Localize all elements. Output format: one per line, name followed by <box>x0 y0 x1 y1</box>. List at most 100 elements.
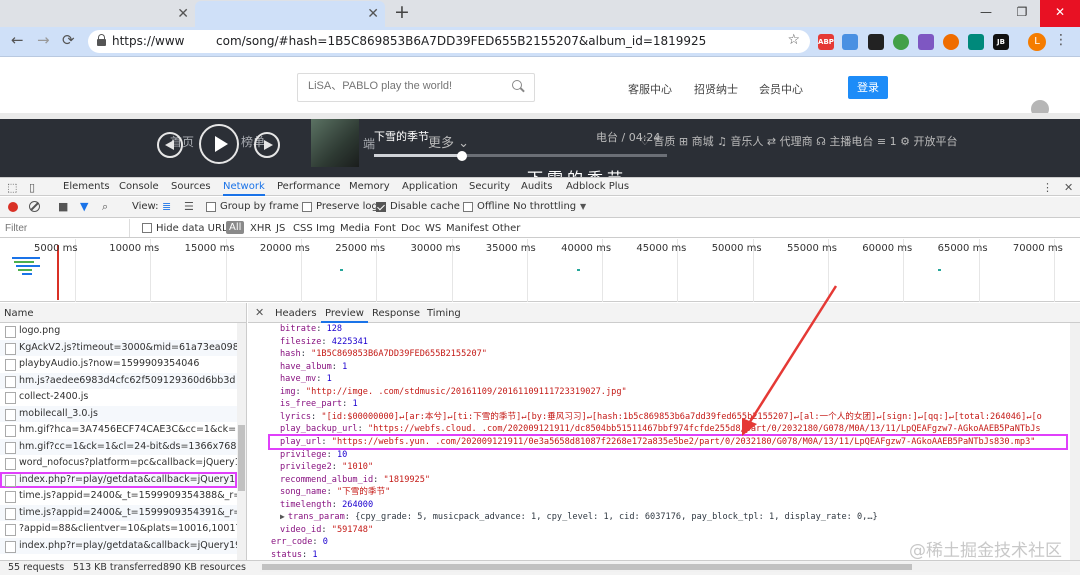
filter-type-doc[interactable]: Doc <box>401 223 420 234</box>
tab-application[interactable]: Application <box>402 181 458 192</box>
browser-menu-icon[interactable]: ⋮ <box>1054 32 1068 48</box>
album-cover[interactable] <box>311 119 359 167</box>
json-property-row[interactable]: play_url: "https://webfs.yun. .com/20200… <box>268 434 1068 451</box>
json-property-row[interactable]: ▶ trans_param: {cpy_grade: 5, musicpack_a… <box>280 511 878 524</box>
jetbrains-extension-icon[interactable]: JB <box>993 34 1009 50</box>
json-property-row[interactable]: recommend_album_id: "1819925" <box>280 474 430 487</box>
overview-icon[interactable]: ☰ <box>184 200 194 213</box>
json-property-row[interactable]: have_mv: 1 <box>280 373 332 386</box>
nav-link-support[interactable]: 客服中心 <box>628 81 672 97</box>
browser-tab-active[interactable]: ✕ <box>195 1 385 27</box>
adblock-extension-icon[interactable]: ABP <box>818 34 834 50</box>
login-button[interactable]: 登录 <box>848 76 888 99</box>
preserve-log-checkbox[interactable] <box>302 202 312 212</box>
request-row[interactable]: time.js?appid=2400&_t=1599909354391&_r=0… <box>0 504 237 521</box>
minimize-button[interactable]: — <box>968 0 1004 27</box>
more-dropdown[interactable]: 更多 ⌄ <box>428 132 469 151</box>
request-row[interactable]: playbyAudio.js?now=1599909354046 <box>0 356 237 373</box>
clear-icon[interactable] <box>29 201 40 212</box>
request-row[interactable]: mobilecall_3.0.js <box>0 405 237 422</box>
browser-tab[interactable]: ✕ <box>0 1 195 27</box>
record-button[interactable] <box>8 202 18 212</box>
request-row[interactable]: time.js?appid=2400&_t=1599909354388&_r=0… <box>0 488 237 505</box>
hide-data-urls-checkbox[interactable] <box>142 223 152 233</box>
request-row[interactable]: hm.gif?hca=3A7456ECF74CAE3C&cc=1&ck=1&cl… <box>0 422 237 439</box>
filter-type-ws[interactable]: WS <box>425 223 441 234</box>
devtools-menu-icon[interactable]: ⋮ <box>1042 181 1053 194</box>
json-property-row[interactable]: bitrate: 128 <box>280 323 342 336</box>
close-tab-icon[interactable]: ✕ <box>177 6 189 22</box>
tab-audits[interactable]: Audits <box>521 181 552 192</box>
inspect-element-icon[interactable]: ⬚ <box>7 181 17 194</box>
filter-type-xhr[interactable]: XHR <box>250 223 271 234</box>
network-timeline-overview[interactable]: 5000 ms 10000 ms 15000 ms 20000 ms 25000 ms 3… <box>0 239 1080 302</box>
address-bar[interactable]: https://www com/song/#hash=1B5C869853B6A… <box>88 30 810 53</box>
play-button[interactable] <box>199 124 239 164</box>
nav-link-careers[interactable]: 招贤纳士 <box>694 81 738 97</box>
filter-type-media[interactable]: Media <box>340 223 370 234</box>
forward-icon[interactable]: → <box>37 31 50 49</box>
json-property-row[interactable]: is_free_part: 1 <box>280 398 358 411</box>
device-toolbar-icon[interactable]: ▯ <box>29 181 35 194</box>
tab-sources[interactable]: Sources <box>171 181 211 192</box>
filter-icon[interactable]: ▼ <box>80 200 88 213</box>
site-search-input[interactable] <box>308 80 498 92</box>
search-icon[interactable] <box>512 80 524 92</box>
extension-icon[interactable] <box>868 34 884 50</box>
json-property-row[interactable]: privilege2: "1010" <box>280 461 373 474</box>
filter-type-css[interactable]: CSS <box>293 223 313 234</box>
previous-track-button[interactable] <box>157 132 183 158</box>
site-search[interactable] <box>297 73 535 102</box>
request-list-scrollbar[interactable] <box>237 323 246 560</box>
tab-elements[interactable]: Elements <box>63 181 110 192</box>
close-window-button[interactable]: ✕ <box>1040 0 1080 27</box>
search-icon[interactable]: ⌕ <box>102 200 108 214</box>
tab-preview[interactable]: Preview <box>321 308 368 323</box>
filter-type-all[interactable]: All <box>226 221 245 234</box>
maximize-button[interactable]: ❐ <box>1004 0 1040 27</box>
name-column-header[interactable]: Name <box>0 303 246 323</box>
chevron-down-icon[interactable]: ▼ <box>580 202 586 211</box>
filter-type-font[interactable]: Font <box>374 223 396 234</box>
extension-icon[interactable] <box>943 34 959 50</box>
screenshot-icon[interactable]: ■ <box>58 200 68 213</box>
lock-icon[interactable] <box>97 34 106 46</box>
json-property-row[interactable]: hash: "1B5C869853B6A7DD39FED655B2155207" <box>280 348 487 361</box>
tab-performance[interactable]: Performance <box>277 181 340 192</box>
offline-checkbox[interactable] <box>463 202 473 212</box>
devtools-close-icon[interactable]: ✕ <box>1064 181 1073 194</box>
reload-icon[interactable]: ⟳ <box>62 31 75 49</box>
json-property-row[interactable]: have_album: 1 <box>280 361 347 374</box>
detail-scrollbar[interactable] <box>1070 323 1080 560</box>
json-property-row[interactable]: play_backup_url: "https://webfs.cloud. .… <box>280 423 1041 436</box>
filter-type-js[interactable]: JS <box>276 223 285 234</box>
close-tab-icon[interactable]: ✕ <box>367 6 379 22</box>
back-icon[interactable]: ← <box>11 31 24 49</box>
tab-console[interactable]: Console <box>119 181 159 192</box>
filter-type-manifest[interactable]: Manifest <box>446 223 489 234</box>
expand-triangle-icon[interactable]: ▶ <box>280 512 285 521</box>
nav-link-membership[interactable]: 会员中心 <box>759 81 803 97</box>
json-property-row[interactable]: lyrics: "[id:$00000000]↵[ar:本兮]↵[ti:下雪的季… <box>280 411 1042 424</box>
json-property-row[interactable]: privilege: 10 <box>280 449 347 462</box>
horizontal-scrollbar[interactable] <box>260 562 1070 572</box>
progress-bar[interactable] <box>374 151 667 161</box>
request-row[interactable]: collect-2400.js <box>0 389 237 406</box>
filter-type-other[interactable]: Other <box>492 223 520 234</box>
extension-icon[interactable] <box>918 34 934 50</box>
tab-network[interactable]: Network <box>223 181 265 196</box>
close-detail-icon[interactable]: ✕ <box>255 306 264 319</box>
request-row[interactable]: hm.gif?cc=1&ck=1&cl=24-bit&ds=1366x768&v… <box>0 438 237 455</box>
large-rows-icon[interactable]: ≣ <box>162 200 171 213</box>
request-row[interactable]: index.php?r=play/getdata&callback=jQuery… <box>0 471 237 488</box>
disable-cache-checkbox[interactable] <box>376 202 386 212</box>
json-property-row[interactable]: video_id: "591748" <box>280 524 373 537</box>
tab-response[interactable]: Response <box>372 308 420 319</box>
extension-icon[interactable] <box>893 34 909 50</box>
json-property-row[interactable]: filesize: 4225341 <box>280 336 368 349</box>
scrollbar-thumb[interactable] <box>262 564 912 570</box>
tab-timing[interactable]: Timing <box>427 308 461 319</box>
json-property-row[interactable]: song_name: "下雪的季节" <box>280 486 390 499</box>
tab-memory[interactable]: Memory <box>349 181 390 192</box>
request-row[interactable]: ?appid=88&clientver=10&plats=10016,10017… <box>0 521 237 538</box>
